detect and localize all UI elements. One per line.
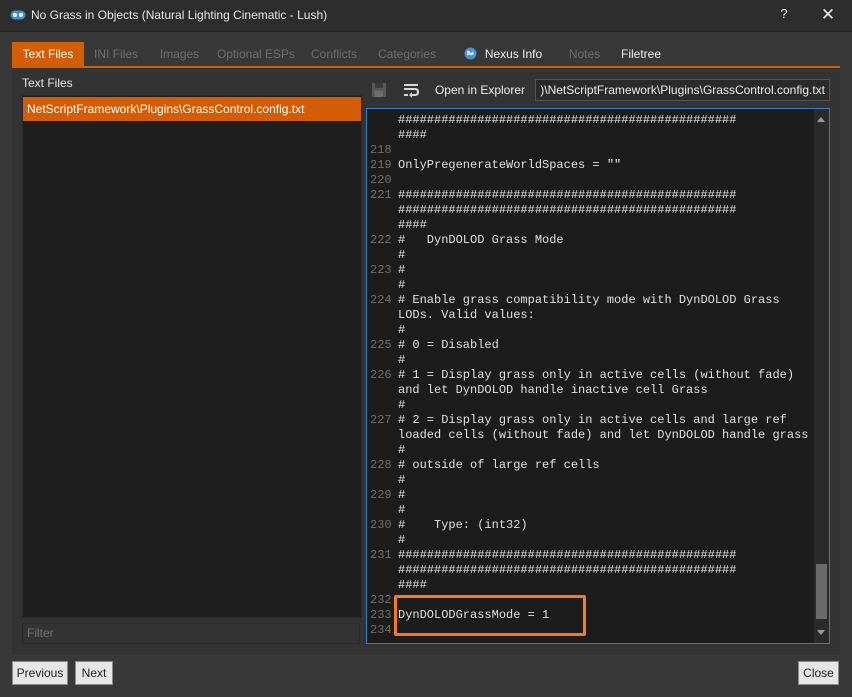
tab-label: INI Files — [93, 47, 138, 61]
tab-conflicts[interactable]: Conflicts — [305, 42, 363, 66]
filter-input[interactable] — [22, 623, 360, 644]
vertical-scrollbar[interactable] — [814, 109, 829, 643]
line-number: 226 — [370, 368, 392, 382]
tab-label: Filetree — [620, 47, 661, 61]
code-line: # 1 = Display grass only in active cells… — [398, 368, 795, 382]
code-line: # Type: (int32) — [398, 518, 528, 532]
code-line: OnlyPregenerateWorldSpaces = "" — [398, 158, 622, 172]
code-line: # 2 = Display grass only in active cells… — [398, 413, 787, 427]
tab-notes[interactable]: Notes — [561, 42, 608, 66]
code-line: ########################################… — [398, 113, 737, 127]
code-line: and let DynDOLOD handle inactive cell Gr… — [398, 383, 708, 397]
line-number: 231 — [370, 548, 392, 562]
code-line: # — [398, 263, 406, 277]
code-line: # outside of large ref cells — [398, 458, 600, 472]
line-number: 228 — [370, 458, 392, 472]
line-number: 227 — [370, 413, 392, 427]
line-number: 219 — [370, 158, 392, 172]
open-in-explorer-button[interactable]: Open in Explorer — [432, 79, 528, 101]
globe-icon — [464, 47, 477, 60]
title-bar: No Grass in Objects (Natural Lighting Ci… — [0, 0, 852, 32]
code-line: loaded cells (without fade) and let DynD… — [398, 428, 809, 442]
tab-text-files[interactable]: Text Files — [12, 42, 84, 66]
tab-categories[interactable]: Categories — [372, 42, 442, 66]
code-line: # 0 = Disabled — [398, 338, 499, 352]
code-line: #### — [398, 218, 427, 232]
code-line: ########################################… — [398, 548, 737, 562]
code-line: # — [398, 248, 406, 262]
code-line: # — [398, 533, 406, 547]
close-icon[interactable]: ✕ — [818, 5, 838, 25]
line-number: 232 — [370, 593, 392, 607]
text-files-header: Text Files — [22, 76, 73, 90]
line-number: 234 — [370, 623, 392, 637]
help-button[interactable]: ? — [776, 6, 792, 24]
code-line: # — [398, 443, 406, 457]
tab-label: Optional ESPs — [216, 47, 296, 61]
code-line: # — [398, 488, 406, 502]
file-path-field[interactable] — [535, 79, 830, 101]
code-line: # — [398, 503, 406, 517]
line-number: 225 — [370, 338, 392, 352]
close-button[interactable]: Close — [798, 661, 839, 685]
tab-label: Images — [159, 47, 200, 61]
code-line: #### — [398, 128, 427, 142]
tab-label: Conflicts — [310, 47, 357, 61]
tab-nexus-info[interactable]: Nexus Info — [456, 42, 550, 66]
tab-filetree[interactable]: Filetree — [616, 42, 666, 66]
tab-images[interactable]: Images — [151, 42, 208, 66]
line-number: 218 — [370, 143, 392, 157]
tab-optional-esps[interactable]: Optional ESPs — [215, 42, 297, 66]
scroll-thumb[interactable] — [816, 564, 827, 619]
line-number: 233 — [370, 608, 392, 622]
line-number: 224 — [370, 293, 392, 307]
line-number: 223 — [370, 263, 392, 277]
scroll-down-icon[interactable] — [817, 630, 825, 635]
code-line: # — [398, 473, 406, 487]
line-number: 230 — [370, 518, 392, 532]
save-icon[interactable] — [370, 81, 388, 99]
file-path-input[interactable] — [536, 80, 829, 100]
scroll-up-icon[interactable] — [817, 117, 825, 122]
code-line: # DynDOLOD Grass Mode — [398, 233, 564, 247]
tab-bar: Text Files INI Files Images Optional ESP… — [12, 42, 840, 66]
tab-label: Notes — [568, 47, 601, 61]
code-line: ########################################… — [398, 203, 737, 217]
code-line: ########################################… — [398, 188, 737, 202]
line-number: 229 — [370, 488, 392, 502]
window-title: No Grass in Objects (Natural Lighting Ci… — [31, 8, 328, 22]
code-line: LODs. Valid values: — [398, 308, 535, 322]
code-line: # — [398, 398, 406, 412]
code-line: # Enable grass compatibility mode with D… — [398, 293, 780, 307]
code-line: # — [398, 353, 406, 367]
code-area[interactable]: ########################################… — [367, 109, 813, 643]
mo2-link-icon — [10, 10, 26, 20]
code-line: # — [398, 323, 406, 337]
text-editor[interactable]: ########################################… — [366, 108, 830, 644]
line-number: 222 — [370, 233, 392, 247]
file-list[interactable]: NetScriptFramework\Plugins\GrassControl.… — [22, 95, 362, 618]
previous-button[interactable]: Previous — [12, 661, 68, 685]
tab-label: Text Files — [22, 47, 74, 61]
next-button[interactable]: Next — [75, 661, 113, 685]
tab-label: Nexus Info — [484, 47, 543, 61]
tab-ini-files[interactable]: INI Files — [86, 42, 146, 66]
word-wrap-icon[interactable] — [402, 81, 420, 99]
code-line: #### — [398, 578, 427, 592]
code-line: # — [398, 278, 406, 292]
list-item[interactable]: NetScriptFramework\Plugins\GrassControl.… — [23, 97, 361, 121]
code-line: ########################################… — [398, 563, 737, 577]
line-number: 221 — [370, 188, 392, 202]
code-line: DynDOLODGrassMode = 1 — [398, 608, 550, 622]
tab-label: Categories — [377, 47, 437, 61]
line-number: 220 — [370, 173, 392, 187]
